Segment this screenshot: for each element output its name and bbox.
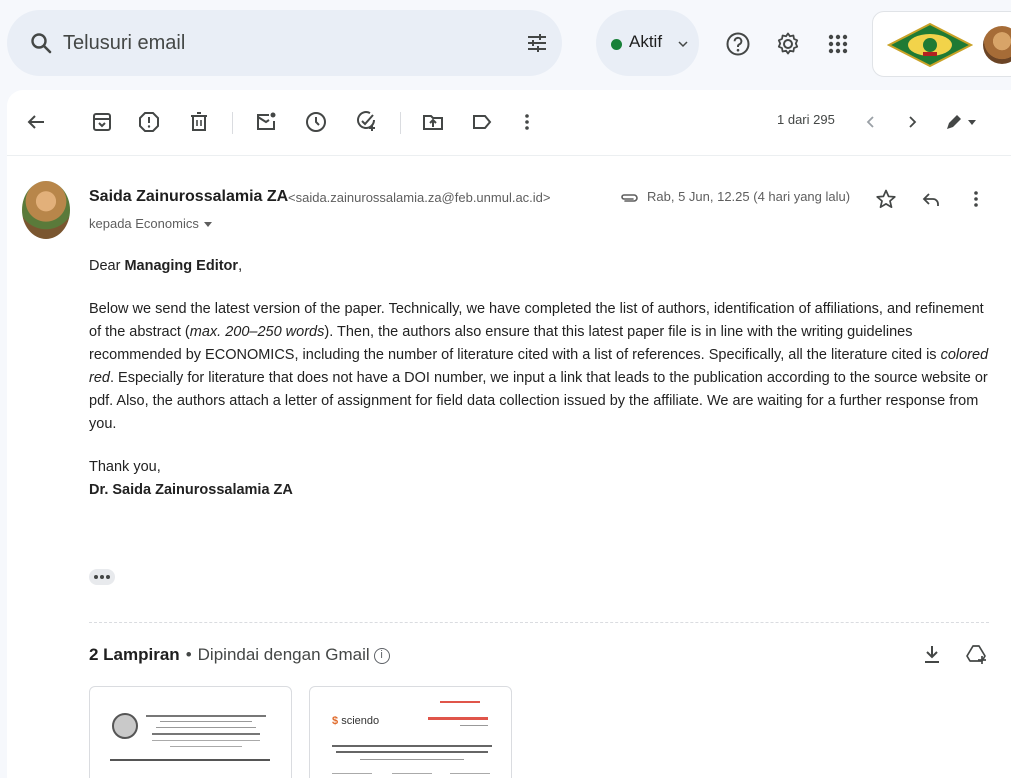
back-arrow-icon[interactable]	[24, 110, 48, 134]
chevron-right-icon[interactable]	[900, 110, 924, 134]
scan-label: Dipindai dengan Gmail	[197, 645, 370, 664]
recipient-details[interactable]: kepada Economics	[89, 216, 212, 231]
greeting: Dear Managing Editor,	[89, 258, 243, 274]
status-dot	[611, 39, 622, 50]
more-vert-icon[interactable]	[965, 188, 987, 210]
star-icon[interactable]	[875, 188, 897, 210]
email-date: Rab, 5 Jun, 12.25 (4 hari yang lalu)	[647, 189, 851, 204]
pagination-text: 1 dari 295	[777, 112, 835, 127]
show-trimmed-content-button[interactable]	[89, 569, 115, 585]
snooze-icon[interactable]	[304, 110, 328, 134]
recipient-label: kepada Economics	[89, 216, 199, 231]
info-icon[interactable]: i	[373, 647, 390, 664]
search-options-icon[interactable]	[525, 31, 549, 55]
help-icon[interactable]	[725, 31, 751, 57]
email-toolbar: 1 dari 295	[7, 90, 1011, 156]
body-paragraph: Below we send the latest version of the …	[89, 301, 989, 432]
move-to-folder-icon[interactable]	[421, 110, 445, 134]
closing: Thank you,	[89, 459, 161, 475]
toolbar-divider	[400, 112, 401, 134]
chevron-down-icon	[678, 41, 688, 48]
attachment-thumbnail-paper[interactable]: $ sciendo	[309, 686, 512, 778]
sciendo-brand: $ sciendo	[332, 715, 380, 727]
apps-grid-icon[interactable]	[825, 31, 851, 57]
add-task-icon[interactable]	[354, 110, 378, 134]
label-icon[interactable]	[470, 110, 494, 134]
account-switcher[interactable]	[872, 11, 1011, 77]
search-input[interactable]	[63, 28, 463, 58]
settings-gear-icon[interactable]	[775, 31, 801, 57]
email-reading-pane: 1 dari 295 Saida Zainurossalamia ZA <sai…	[7, 90, 1011, 778]
sender-avatar[interactable]	[22, 181, 70, 239]
search-bar[interactable]	[7, 10, 562, 76]
toolbar-divider	[232, 112, 233, 134]
add-to-drive-icon[interactable]	[965, 643, 987, 665]
signature-name: Dr. Saida Zainurossalamia ZA	[89, 482, 293, 498]
sender-email: <saida.zainurossalamia.za@feb.unmul.ac.i…	[288, 190, 551, 205]
status-label: Aktif	[629, 32, 663, 51]
account-avatar[interactable]	[983, 26, 1011, 64]
reply-icon[interactable]	[920, 188, 942, 210]
mark-unread-icon[interactable]	[254, 110, 278, 134]
university-logo-icon	[887, 22, 973, 68]
report-spam-icon[interactable]	[137, 110, 161, 134]
top-bar: Aktif	[0, 0, 1011, 90]
delete-icon[interactable]	[187, 110, 211, 134]
status-selector[interactable]: Aktif	[596, 10, 699, 76]
attachments-header: 2 Lampiran • Dipindai dengan Gmail i	[89, 645, 390, 665]
attachments-count: 2 Lampiran	[89, 645, 180, 664]
email-body: Dear Managing Editor, Below we send the …	[89, 255, 989, 502]
search-icon[interactable]	[29, 31, 53, 55]
attachments-divider	[89, 622, 989, 623]
chevron-left-icon[interactable]	[859, 110, 883, 134]
more-vert-icon[interactable]	[515, 110, 539, 134]
paperclip-icon	[621, 194, 638, 202]
sender-name[interactable]: Saida Zainurossalamia ZA	[89, 188, 288, 206]
download-all-icon[interactable]	[921, 643, 943, 665]
attachment-thumbnail-assignment-letter[interactable]	[89, 686, 292, 778]
pen-input-tools-icon[interactable]	[942, 110, 982, 134]
university-crest-icon	[112, 713, 138, 739]
greeting-recipient: Managing Editor	[124, 258, 239, 274]
archive-icon[interactable]	[90, 110, 114, 134]
caret-down-icon[interactable]	[203, 222, 212, 228]
